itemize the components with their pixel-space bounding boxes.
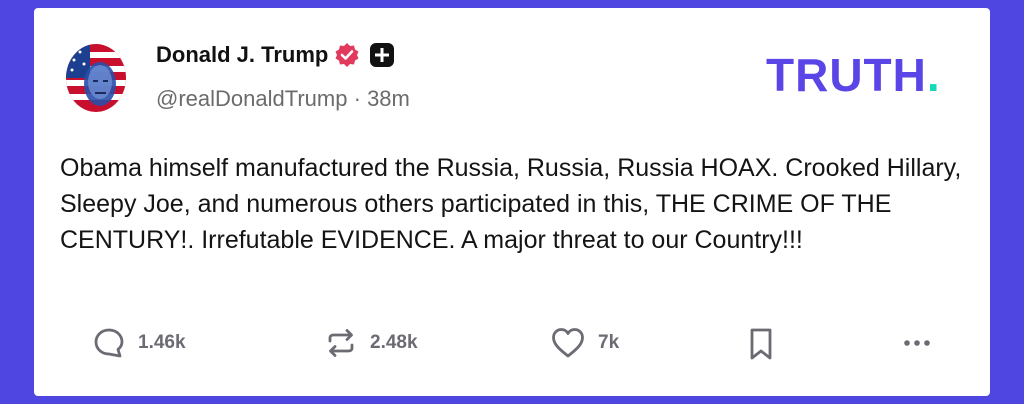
author-handle[interactable]: @realDonaldTrump — [156, 86, 347, 111]
logo-text: TRUTH — [766, 49, 927, 101]
author-name[interactable]: Donald J. Trump — [156, 42, 328, 68]
like-count: 7k — [598, 332, 620, 353]
author-row: Donald J. Trump — [156, 42, 395, 68]
separator: · — [353, 86, 361, 111]
post-card: Donald J. Trump @realDonaldTrump · 38m T… — [34, 8, 990, 396]
more-icon — [900, 326, 934, 360]
heart-icon — [550, 326, 586, 360]
retruth-button[interactable]: 2.48k — [324, 326, 418, 360]
retruth-count: 2.48k — [370, 332, 418, 353]
reply-count: 1.46k — [138, 332, 186, 353]
truth-social-logo: TRUTH. — [766, 52, 941, 98]
truth-plus-icon — [370, 43, 395, 67]
avatar[interactable] — [66, 44, 126, 112]
handle-row: @realDonaldTrump · 38m — [156, 86, 410, 112]
post-text: Obama himself manufactured the Russia, R… — [60, 154, 962, 254]
bookmark-button[interactable] — [746, 326, 776, 362]
post-time[interactable]: 38m — [367, 86, 410, 111]
logo-dot: . — [926, 49, 941, 101]
reply-button[interactable]: 1.46k — [92, 326, 186, 360]
like-button[interactable]: 7k — [550, 326, 619, 360]
bookmark-icon — [746, 326, 776, 362]
reply-icon — [92, 326, 126, 360]
retruth-icon — [324, 326, 358, 360]
more-button[interactable] — [900, 326, 934, 360]
verified-badge-icon — [334, 42, 360, 68]
avatar-image — [66, 44, 126, 112]
